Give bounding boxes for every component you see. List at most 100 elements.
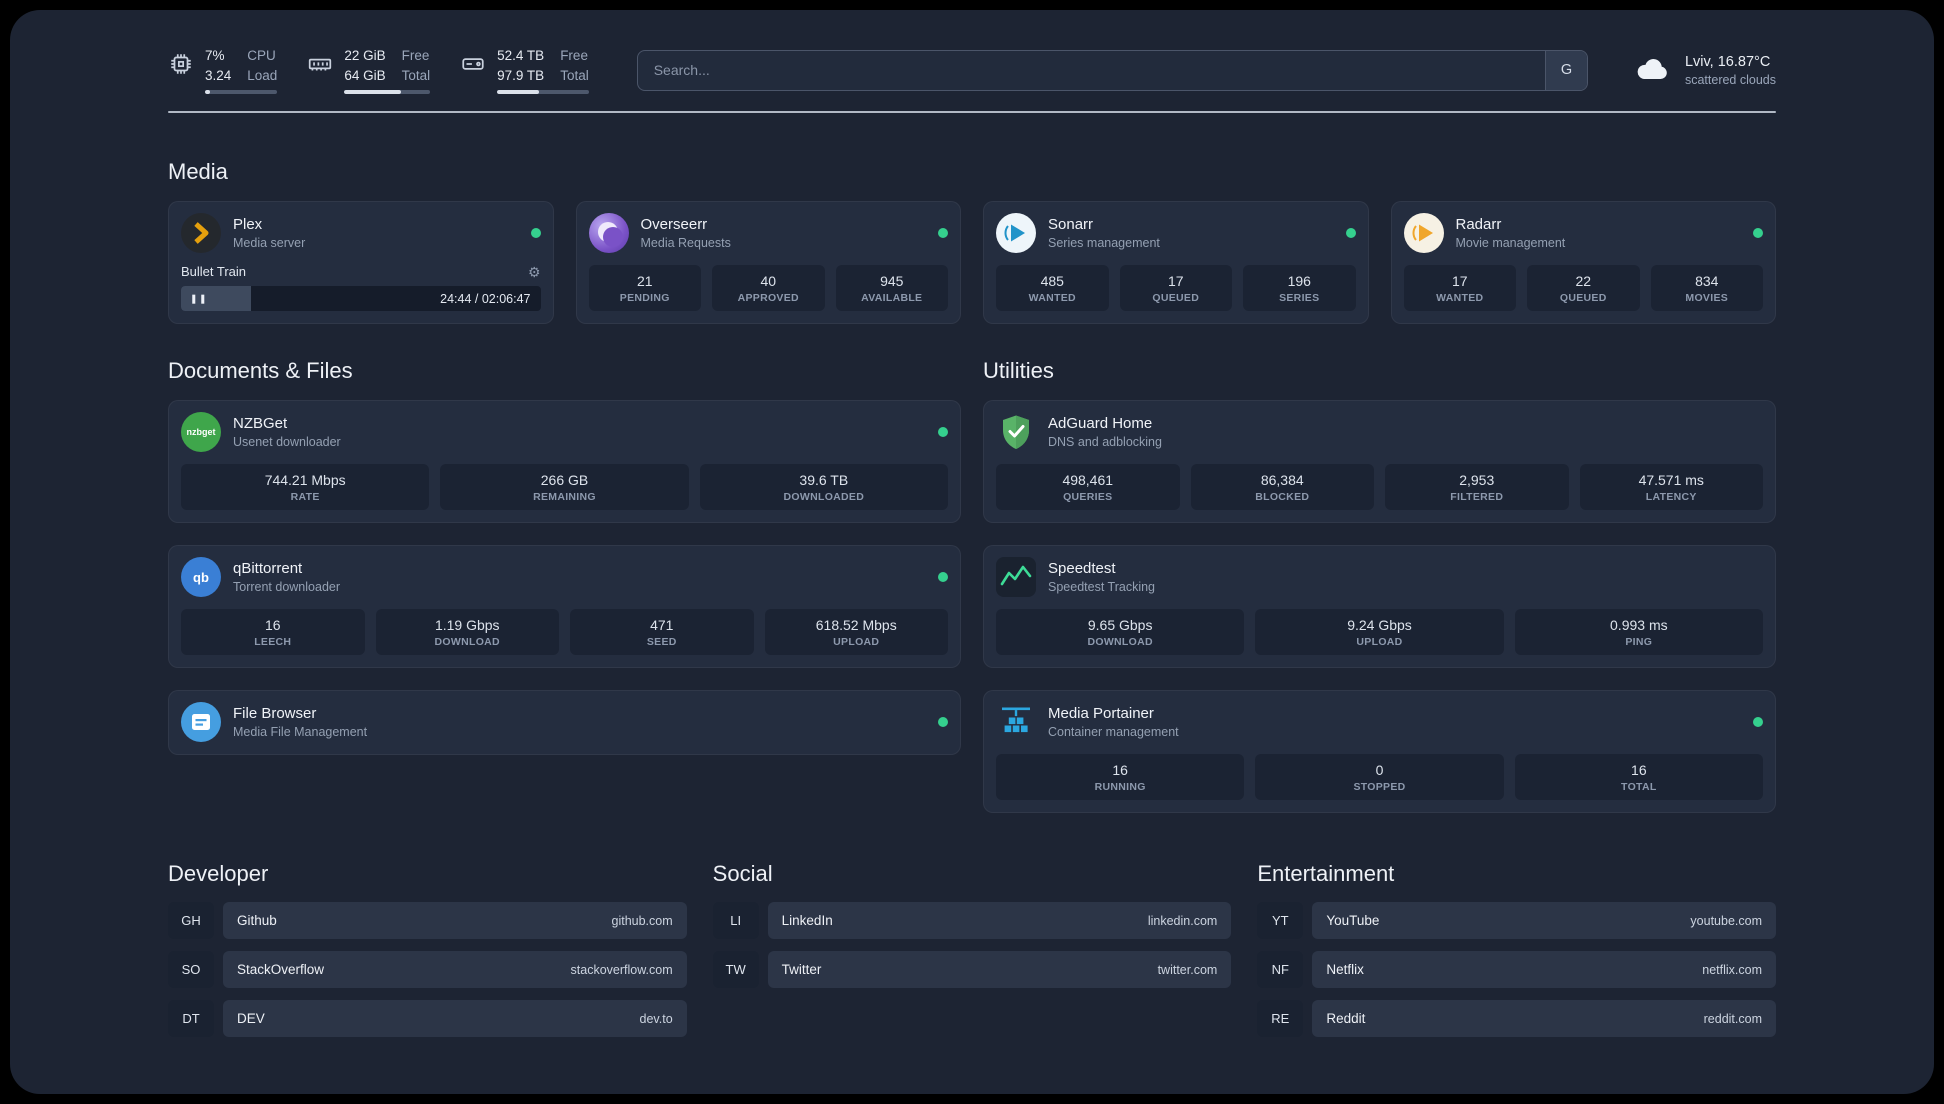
- disk-info: 52.4 TB 97.9 TB Free Total: [497, 46, 589, 95]
- cpu-progressbar: [205, 90, 278, 95]
- memory-progress-fill: [344, 90, 401, 95]
- service-desc: DNS and adblocking: [1048, 435, 1162, 450]
- stat-wanted: 17 WANTED: [1403, 265, 1516, 312]
- weather-widget: Lviv, 16.87°C scattered clouds: [1632, 50, 1776, 90]
- pause-icon: ❚❚: [190, 293, 209, 304]
- stat-total: 16 TOTAL: [1514, 754, 1763, 801]
- service-desc: Media File Management: [233, 725, 368, 740]
- bookmark-group-developer: Developer GH Github github.com SO StackO…: [168, 861, 687, 1038]
- bookmark-twitter[interactable]: TW Twitter twitter.com: [712, 951, 1232, 989]
- portainer-icon: [996, 702, 1036, 742]
- section-title-media: Media: [168, 159, 228, 185]
- bookmark-name: YouTube: [1326, 913, 1380, 929]
- bookmark-dev[interactable]: DT DEV dev.to: [168, 1000, 687, 1038]
- cpu-icon: [168, 51, 194, 77]
- cpu-progress-fill: [205, 90, 211, 95]
- disk-progress-fill: [497, 90, 540, 95]
- stat-movies: 834 MOVIES: [1650, 265, 1763, 312]
- radarr-icon: [1403, 213, 1444, 254]
- service-name: Sonarr: [1048, 216, 1094, 234]
- service-desc: Usenet downloader: [233, 435, 341, 450]
- bookmark-domain: linkedin.com: [1147, 913, 1218, 928]
- bookmark-domain: twitter.com: [1157, 962, 1218, 977]
- service-name: AdGuard Home: [1048, 415, 1153, 433]
- overseerr-icon: [588, 213, 629, 254]
- topbar: 7% 3.24 CPU Load 22 GiB 64 GiB Free Tota…: [168, 46, 1776, 95]
- card-plex[interactable]: Plex Media server Bullet Train ⚙ ❚❚ 24:4…: [168, 201, 554, 325]
- now-playing-progressbar: ❚❚ 24:44 / 02:06:47: [181, 286, 541, 312]
- stat-blocked: 86,384 BLOCKED: [1190, 464, 1374, 511]
- status-dot: [938, 427, 948, 438]
- cpu-widget: 7% 3.24 CPU Load: [168, 46, 278, 95]
- stat-download: 9.65 Gbps DOWNLOAD: [996, 609, 1245, 656]
- status-dot: [938, 572, 948, 583]
- stat-wanted: 485 WANTED: [996, 265, 1109, 312]
- memory-icon: [307, 51, 333, 77]
- bookmark-reddit[interactable]: RE Reddit reddit.com: [1257, 1000, 1776, 1038]
- weather-condition: scattered clouds: [1684, 72, 1776, 87]
- card-overseerr[interactable]: Overseerr Media Requests 21 PENDING 40 A…: [575, 201, 961, 325]
- bookmark-stackoverflow[interactable]: SO StackOverflow stackoverflow.com: [168, 951, 687, 989]
- card-adguard[interactable]: AdGuard Home DNS and adblocking 498,461 …: [983, 400, 1776, 524]
- bookmark-name: Netflix: [1326, 962, 1364, 978]
- bookmark-abbr: TW: [712, 951, 759, 989]
- stat-queued: 22 QUEUED: [1527, 265, 1640, 312]
- service-desc: Series management: [1048, 236, 1160, 251]
- card-speedtest[interactable]: Speedtest Speedtest Tracking 9.65 Gbps D…: [983, 545, 1776, 669]
- disk-progressbar: [497, 90, 589, 95]
- stat-approved: 40 APPROVED: [712, 265, 825, 312]
- card-nzbget[interactable]: nzbget NZBGet Usenet downloader 744.21 M…: [168, 400, 961, 524]
- status-dot: [1345, 228, 1356, 239]
- qbittorrent-icon: qb: [181, 557, 221, 598]
- search-input[interactable]: [637, 50, 1545, 90]
- bookmark-netflix[interactable]: NF Netflix netflix.com: [1257, 951, 1776, 989]
- service-name: qBittorrent: [233, 560, 303, 578]
- service-desc: Media Requests: [640, 236, 731, 251]
- weather-location: Lviv, 16.87°C: [1684, 53, 1771, 70]
- stat-downloaded: 39.6 TB DOWNLOADED: [699, 464, 948, 511]
- service-name: Plex: [233, 216, 263, 234]
- bookmark-name: DEV: [237, 1011, 265, 1027]
- bookmark-abbr: GH: [168, 902, 214, 940]
- stat-latency: 47.571 ms LATENCY: [1579, 464, 1763, 511]
- service-desc: Movie management: [1455, 236, 1566, 251]
- gear-icon[interactable]: ⚙: [528, 265, 541, 279]
- bookmark-name: LinkedIn: [781, 913, 833, 929]
- memory-label-top: Free: [401, 48, 430, 63]
- search-provider-button[interactable]: G: [1544, 50, 1587, 90]
- dashboard: 7% 3.24 CPU Load 22 GiB 64 GiB Free Tota…: [10, 10, 1934, 1094]
- status-dot: [938, 228, 948, 239]
- stat-upload: 9.24 Gbps UPLOAD: [1255, 609, 1504, 656]
- stat-seed: 471 SEED: [570, 609, 754, 656]
- stat-ping: 0.993 ms PING: [1514, 609, 1763, 656]
- section-title-documents: Documents & Files: [168, 358, 353, 384]
- bookmark-github[interactable]: GH Github github.com: [168, 902, 687, 940]
- stat-queries: 498,461 QUERIES: [996, 464, 1180, 511]
- cpu-percent: 7%: [205, 48, 225, 63]
- memory-widget: 22 GiB 64 GiB Free Total: [307, 46, 431, 95]
- card-radarr[interactable]: Radarr Movie management 17 WANTED 22 QUE…: [1390, 201, 1776, 325]
- bookmark-group-entertainment: Entertainment YT YouTube youtube.com NF …: [1257, 861, 1776, 1038]
- stat-running: 16 RUNNING: [996, 754, 1245, 801]
- bookmark-linkedin[interactable]: LI LinkedIn linkedin.com: [712, 902, 1232, 940]
- sonarr-icon: [996, 213, 1036, 254]
- service-desc: Media server: [233, 236, 306, 251]
- memory-label-bottom: Total: [401, 67, 431, 83]
- topbar-divider: [168, 111, 1776, 114]
- stat-series: 196 SERIES: [1243, 265, 1356, 312]
- stat-stopped: 0 STOPPED: [1255, 754, 1504, 801]
- service-name: Overseerr: [640, 216, 708, 234]
- status-dot: [530, 228, 541, 239]
- card-qbittorrent[interactable]: qb qBittorrent Torrent downloader 16 LEE…: [168, 545, 961, 669]
- service-desc: Speedtest Tracking: [1048, 580, 1156, 595]
- disk-widget: 52.4 TB 97.9 TB Free Total: [460, 46, 589, 95]
- card-portainer[interactable]: Media Portainer Container management 16 …: [983, 690, 1776, 814]
- memory-free: 22 GiB: [344, 48, 386, 63]
- card-sonarr[interactable]: Sonarr Series management 485 WANTED 17 Q…: [983, 201, 1369, 325]
- bookmark-abbr: DT: [168, 1000, 214, 1038]
- card-filebrowser[interactable]: File Browser Media File Management: [168, 690, 961, 756]
- stat-available: 945 AVAILABLE: [835, 265, 948, 312]
- bookmark-youtube[interactable]: YT YouTube youtube.com: [1257, 902, 1776, 940]
- service-desc: Container management: [1048, 725, 1179, 740]
- status-dot: [1753, 228, 1763, 239]
